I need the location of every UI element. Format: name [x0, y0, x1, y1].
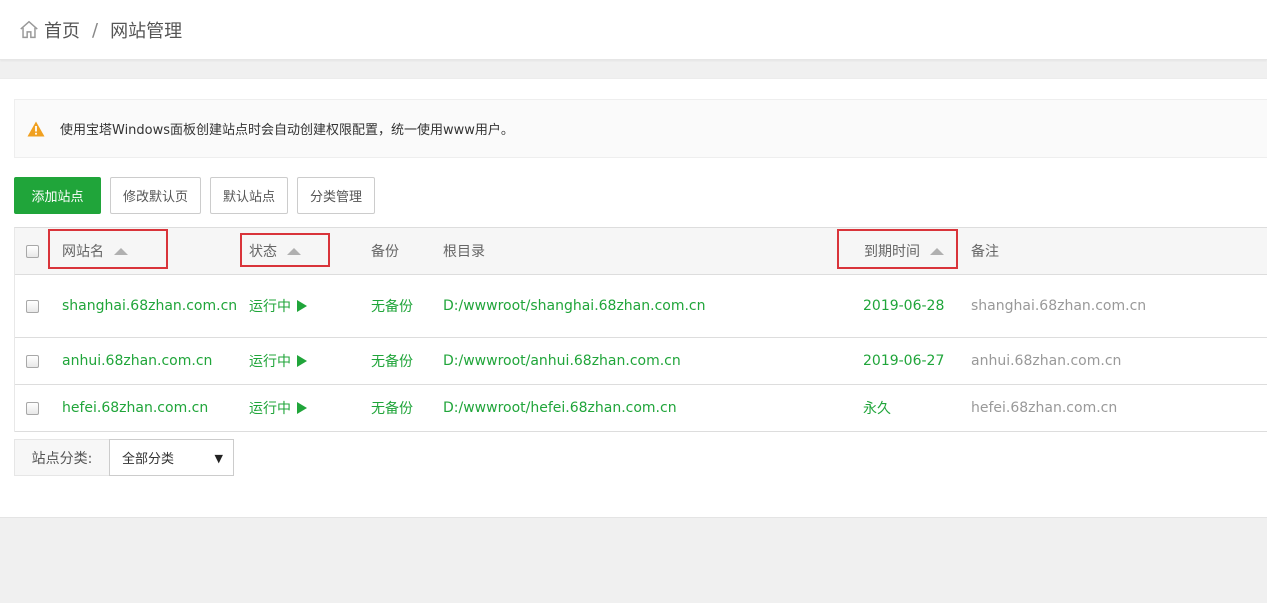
site-name-link[interactable]: hefei.68zhan.com.cn [62, 385, 208, 431]
site-panel: 使用宝塔Windows面板创建站点时会自动创建权限配置，统一使用www用户。 添… [0, 78, 1267, 518]
backup-link[interactable]: 无备份 [371, 385, 413, 431]
table-row: anhui.68zhan.com.cn 运行中 无备份 D:/wwwroot/a… [15, 338, 1267, 385]
default-site-button[interactable]: 默认站点 [210, 177, 289, 214]
table-row: shanghai.68zhan.com.cn 运行中 无备份 D:/wwwroo… [15, 275, 1267, 338]
category-select[interactable]: 全部分类 ▼ [109, 439, 234, 476]
column-header-remark: 备注 [971, 244, 999, 260]
highlight-box-status [240, 233, 330, 267]
column-header-backup: 备份 [371, 244, 399, 260]
play-icon [297, 355, 307, 367]
root-dir-link[interactable]: D:/wwwroot/hefei.68zhan.com.cn [443, 385, 677, 431]
edit-default-page-button[interactable]: 修改默认页 [110, 177, 202, 214]
site-name-link[interactable]: shanghai.68zhan.com.cn [62, 275, 237, 337]
row-checkbox[interactable] [26, 354, 39, 368]
remark-field[interactable]: hefei.68zhan.com.cn [971, 385, 1117, 431]
backup-link[interactable]: 无备份 [371, 275, 413, 337]
breadcrumb: 首页 / 网站管理 [18, 17, 182, 43]
root-dir-link[interactable]: D:/wwwroot/shanghai.68zhan.com.cn [443, 275, 706, 337]
toolbar: 添加站点 修改默认页 默认站点 分类管理 [14, 177, 384, 214]
warning-icon [27, 121, 45, 136]
status-toggle[interactable]: 运行中 [249, 338, 307, 384]
category-label: 站点分类: [14, 439, 109, 476]
select-all-checkbox[interactable] [26, 244, 39, 258]
status-toggle[interactable]: 运行中 [249, 275, 307, 337]
row-checkbox[interactable] [26, 401, 39, 415]
alert-text: 使用宝塔Windows面板创建站点时会自动创建权限配置，统一使用www用户。 [60, 123, 514, 138]
root-dir-link[interactable]: D:/wwwroot/anhui.68zhan.com.cn [443, 338, 681, 384]
breadcrumb-separator: / [92, 19, 99, 41]
add-site-button[interactable]: 添加站点 [14, 177, 101, 214]
category-selected-value: 全部分类 [122, 452, 175, 467]
remark-field[interactable]: shanghai.68zhan.com.cn [971, 275, 1146, 337]
site-table: 网站名 状态 备份 根目录 到期时间 备注 shanghai.68zhan.co… [14, 227, 1267, 432]
highlight-box-expire [837, 229, 958, 269]
caret-down-icon: ▼ [214, 452, 223, 465]
warning-alert: 使用宝塔Windows面板创建站点时会自动创建权限配置，统一使用www用户。 [14, 99, 1267, 158]
breadcrumb-current: 网站管理 [110, 21, 183, 42]
table-row: hefei.68zhan.com.cn 运行中 无备份 D:/wwwroot/h… [15, 385, 1267, 432]
expire-date-link[interactable]: 2019-06-27 [863, 338, 944, 384]
column-header-root: 根目录 [443, 244, 485, 260]
expire-date-link[interactable]: 永久 [863, 385, 891, 431]
category-manage-button[interactable]: 分类管理 [297, 177, 376, 214]
site-name-link[interactable]: anhui.68zhan.com.cn [62, 338, 212, 384]
category-filter: 站点分类: 全部分类 ▼ [14, 439, 234, 476]
play-icon [297, 402, 307, 414]
top-bar: 首页 / 网站管理 [0, 0, 1267, 60]
play-icon [297, 300, 307, 312]
highlight-box-name [48, 229, 168, 269]
remark-field[interactable]: anhui.68zhan.com.cn [971, 338, 1121, 384]
status-toggle[interactable]: 运行中 [249, 385, 307, 431]
breadcrumb-home[interactable]: 首页 [44, 17, 80, 43]
backup-link[interactable]: 无备份 [371, 338, 413, 384]
home-icon[interactable] [18, 19, 40, 41]
expire-date-link[interactable]: 2019-06-28 [863, 275, 944, 337]
table-header: 网站名 状态 备份 根目录 到期时间 备注 [15, 228, 1267, 275]
row-checkbox[interactable] [26, 299, 39, 313]
